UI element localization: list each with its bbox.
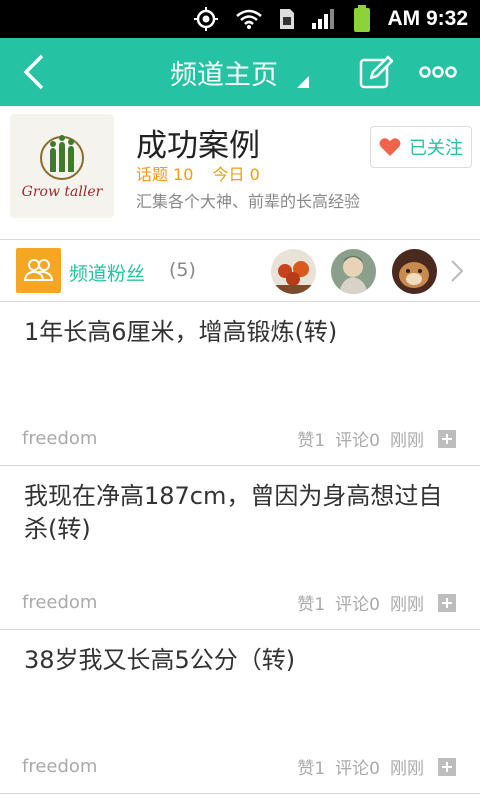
back-arrow-icon[interactable]	[18, 54, 54, 90]
post-time: 刚刚	[390, 595, 424, 615]
post-title: 38岁我又长高5公分（转)	[24, 646, 296, 674]
edit-icon[interactable]	[358, 54, 394, 90]
logo-text: Grow taller	[21, 184, 103, 200]
post-comments: 评论0	[335, 431, 380, 451]
post-author: freedom	[22, 756, 98, 777]
post-likes: 赞1	[297, 431, 326, 451]
signal-icon	[312, 9, 335, 29]
post-author: freedom	[22, 428, 98, 449]
post-time: 刚刚	[390, 759, 424, 779]
battery-icon	[354, 5, 371, 32]
channel-home-title-button[interactable]: 频道主页	[170, 38, 278, 106]
post-author: freedom	[22, 592, 98, 613]
post-comments: 评论0	[335, 595, 380, 615]
channel-info: Grow taller 成功案例 话题 10 今日 0 汇集各个大神、前辈的长高…	[0, 106, 480, 240]
page-title: 频道主页	[170, 59, 278, 91]
post-comments: 评论0	[335, 759, 380, 779]
wifi-icon	[236, 9, 263, 29]
post-item[interactable]: 1年长高6厘米，增高锻炼(转) freedom 赞1 评论0 刚刚	[0, 302, 480, 466]
sim-icon	[280, 9, 295, 29]
post-meta: 赞1 评论0 刚刚	[297, 754, 456, 779]
gps-icon	[194, 7, 219, 31]
plus-icon[interactable]	[438, 757, 456, 776]
post-item[interactable]: 我现在净高187cm，曾因为身高想过自杀(转) freedom 赞1 评论0 刚…	[0, 466, 480, 630]
post-meta: 赞1 评论0 刚刚	[297, 426, 456, 451]
post-meta: 赞1 评论0 刚刚	[297, 590, 456, 615]
today-count: 今日 0	[212, 165, 260, 184]
channel-fans-row[interactable]: 频道粉丝 (5)	[0, 240, 480, 302]
clock: AM 9:32	[387, 7, 468, 30]
fans-group-icon	[16, 248, 61, 293]
status-bar: AM 9:32	[0, 0, 480, 38]
channel-name: 成功案例	[136, 128, 260, 164]
channel-logo: Grow taller	[10, 114, 114, 218]
follow-button[interactable]: 已关注	[370, 126, 472, 168]
fan-avatar-3[interactable]	[392, 249, 437, 294]
channel-description: 汇集各个大神、前辈的长高经验	[136, 192, 361, 211]
fans-count: (5)	[169, 259, 196, 281]
fan-avatar-1[interactable]	[271, 249, 316, 294]
heart-icon	[379, 138, 401, 156]
chevron-right-icon[interactable]	[450, 259, 464, 283]
follow-label: 已关注	[409, 138, 463, 159]
post-time: 刚刚	[390, 431, 424, 451]
post-title: 1年长高6厘米，增高锻炼(转)	[24, 318, 338, 346]
dropdown-caret-icon	[297, 76, 309, 88]
topics-count: 话题 10	[136, 165, 194, 184]
post-item[interactable]: 38岁我又长高5公分（转) freedom 赞1 评论0 刚刚	[0, 630, 480, 794]
fans-label: 频道粉丝	[69, 263, 146, 285]
plus-icon[interactable]	[438, 429, 456, 448]
post-likes: 赞1	[297, 595, 326, 615]
post-likes: 赞1	[297, 759, 326, 779]
title-bar: 频道主页	[0, 38, 480, 106]
more-options-icon[interactable]	[418, 64, 458, 80]
channel-stats: 话题 10 今日 0	[136, 161, 274, 185]
plus-icon[interactable]	[438, 593, 456, 612]
fan-avatar-2[interactable]	[331, 249, 376, 294]
post-title: 我现在净高187cm，曾因为身高想过自杀(转)	[24, 482, 443, 543]
grow-taller-logo-icon	[40, 135, 84, 180]
